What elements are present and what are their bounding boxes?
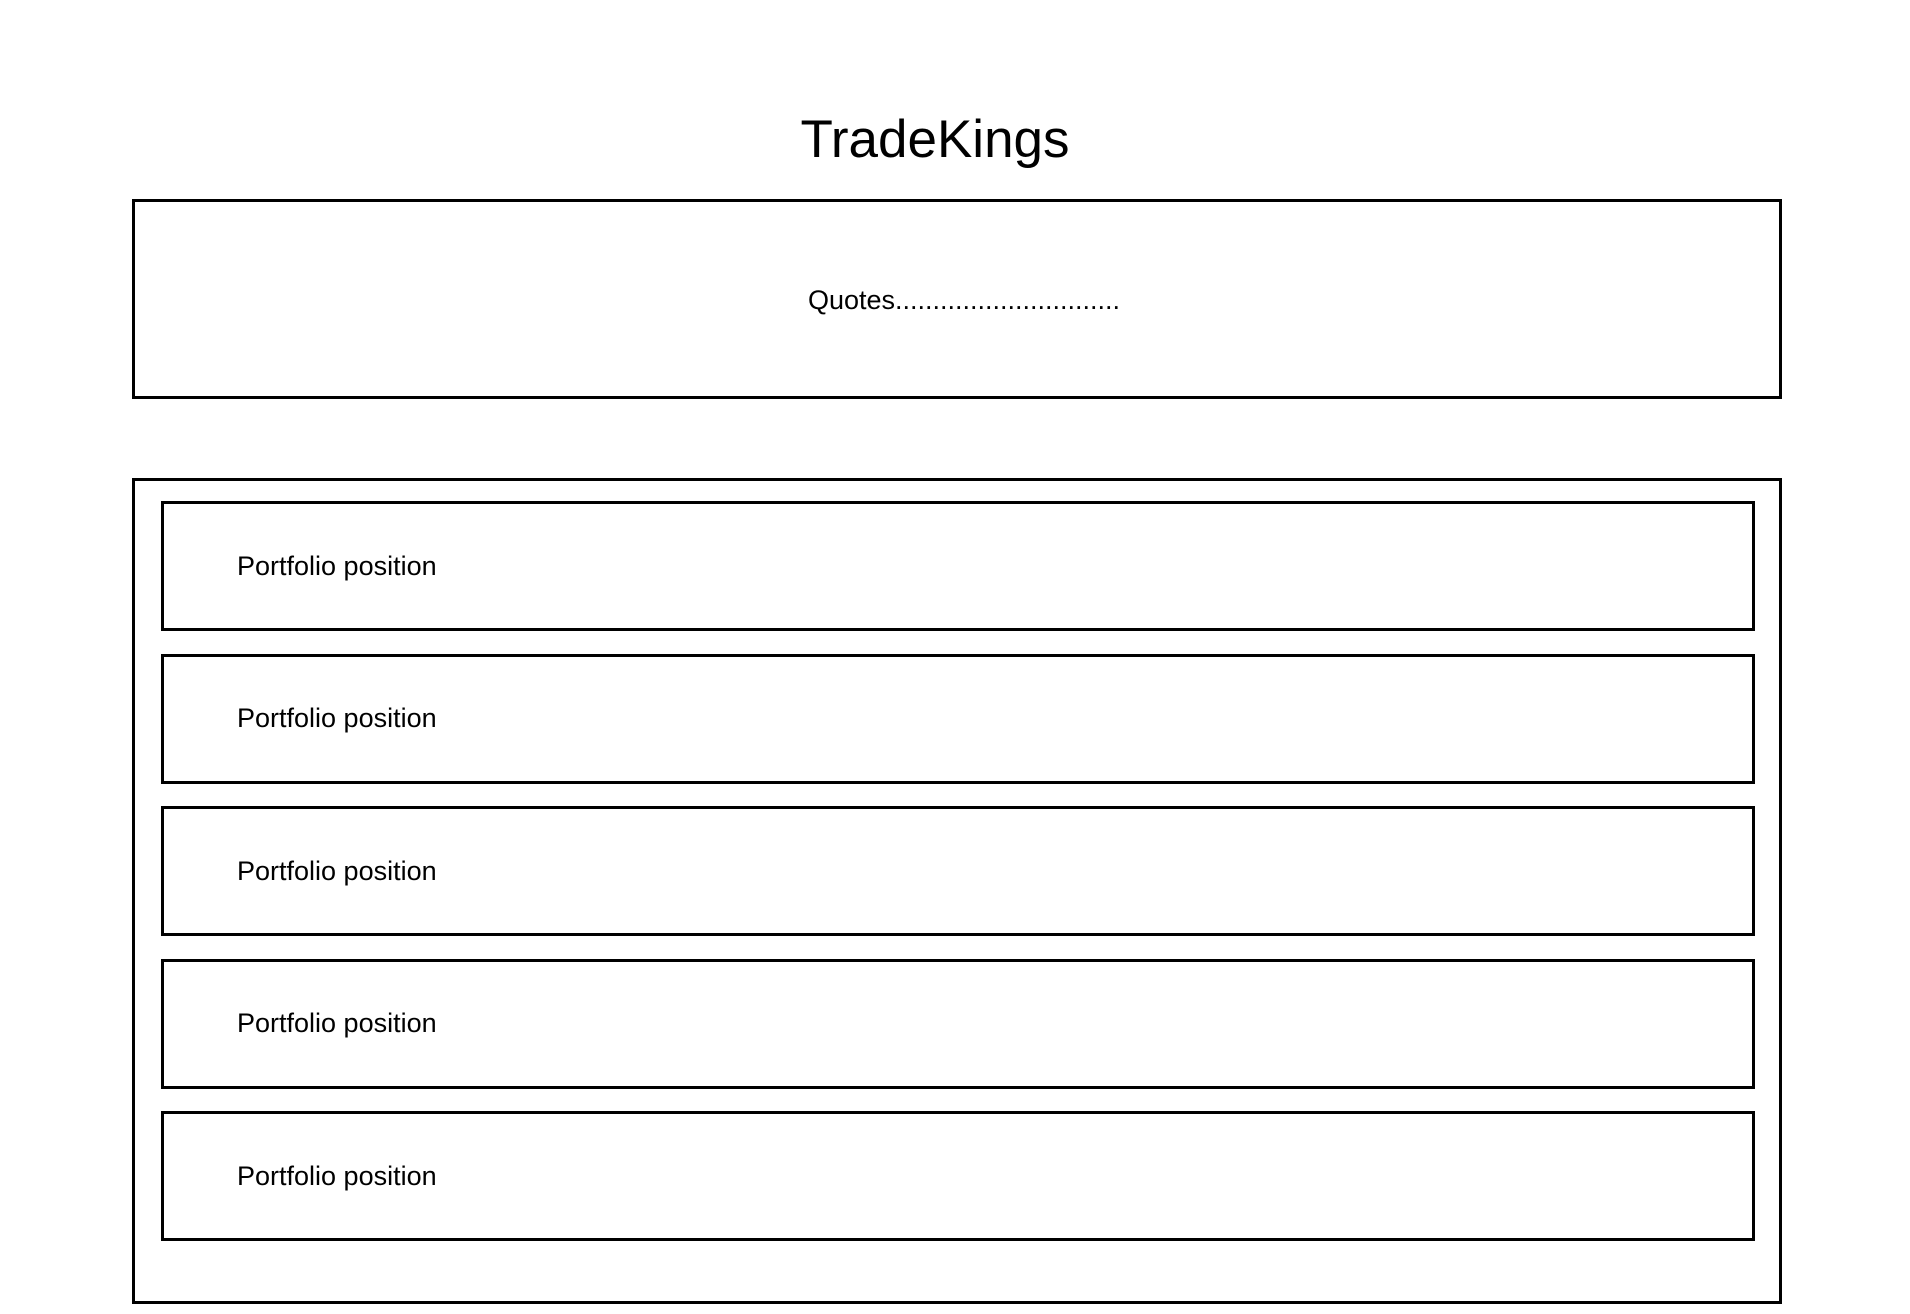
quotes-text: Quotes.............................. (807, 284, 1121, 315)
portfolio-position-row[interactable]: Portfolio position (161, 806, 1755, 936)
quotes-panel: Quotes.............................. (132, 199, 1782, 399)
position-list: Portfolio position Portfolio position Po… (161, 501, 1755, 1264)
portfolio-position-row[interactable]: Portfolio position (161, 1111, 1755, 1241)
portfolio-position-label: Portfolio position (237, 855, 437, 886)
portfolio-position-label: Portfolio position (237, 550, 437, 581)
portfolio-position-row[interactable]: Portfolio position (161, 501, 1755, 631)
portfolio-position-row[interactable]: Portfolio position (161, 958, 1755, 1089)
portfolio-position-label: Portfolio position (237, 1160, 437, 1191)
app-title: TradeKings (800, 110, 1070, 169)
portfolio-position-label: Portfolio position (237, 703, 437, 733)
portfolio-position-row[interactable]: Portfolio position (161, 653, 1755, 784)
portfolio-panel: Portfolio position Portfolio position Po… (132, 478, 1782, 1304)
portfolio-position-label: Portfolio position (237, 1008, 437, 1038)
